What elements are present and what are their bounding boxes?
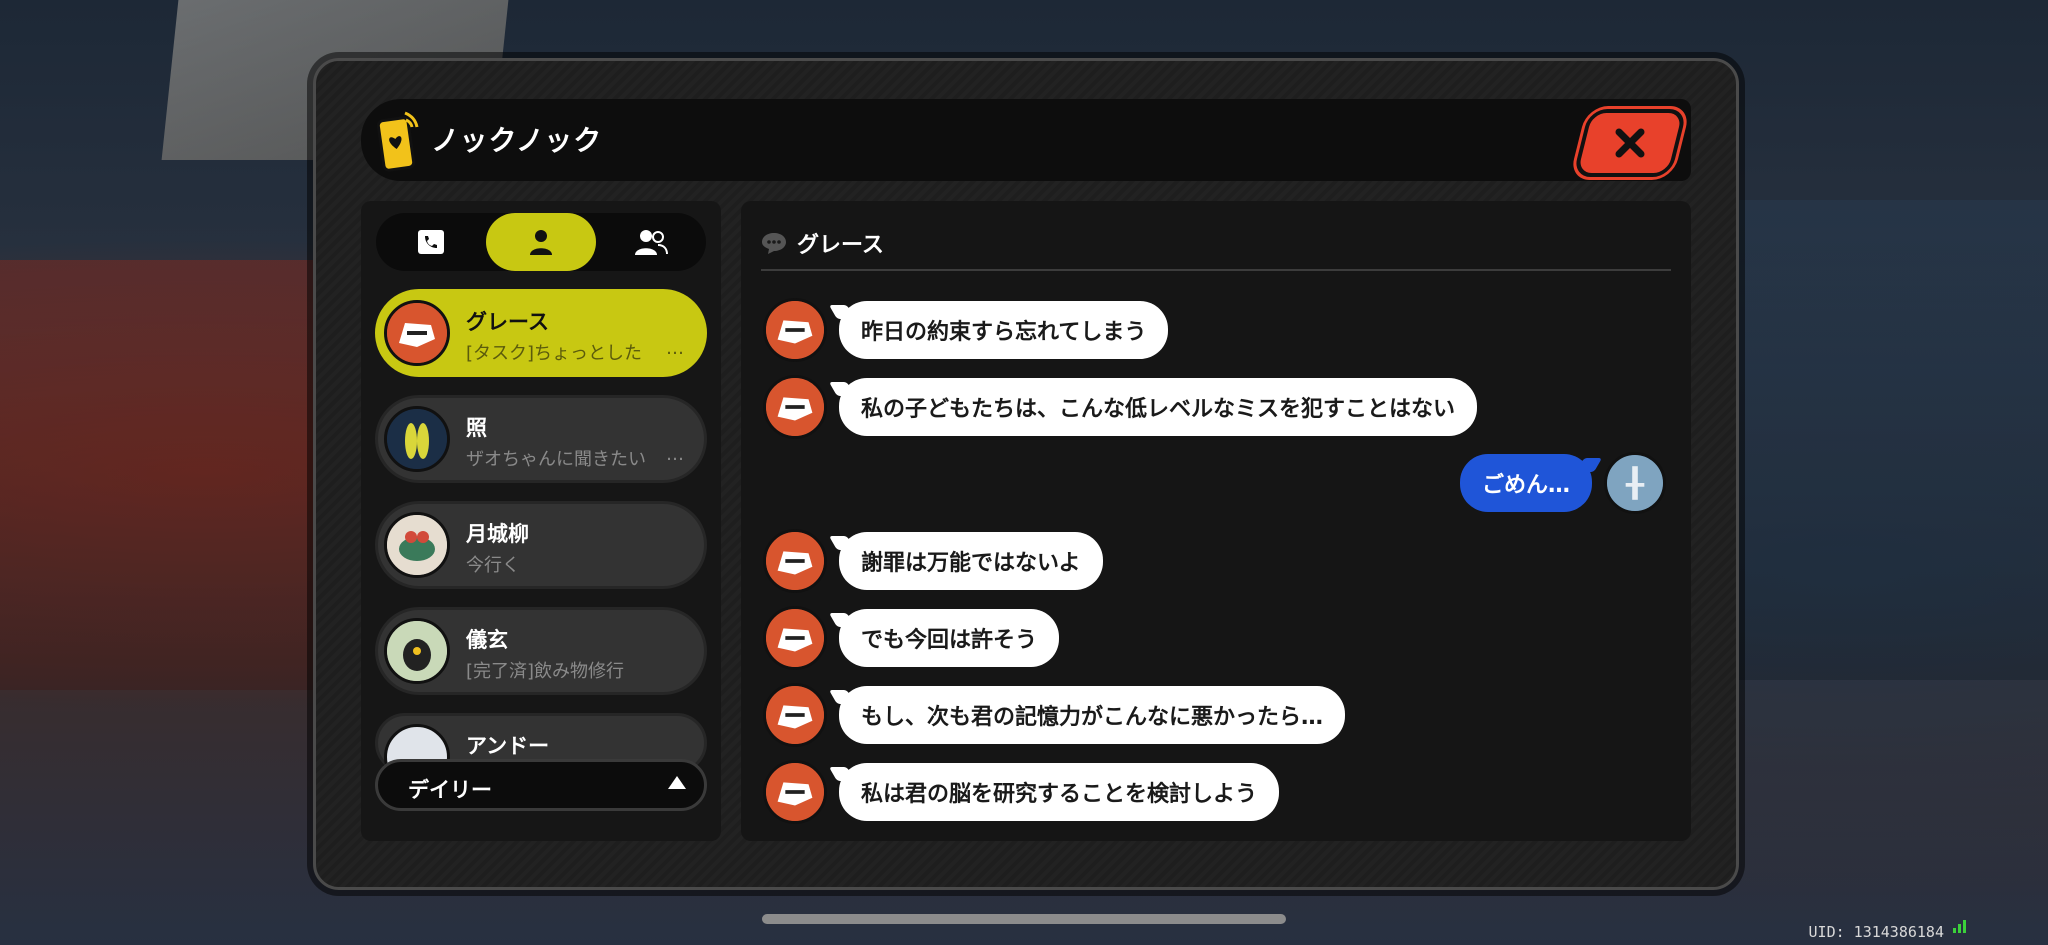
contact-name: 月城柳 — [466, 522, 529, 546]
contact-sidebar: グレース [タスク]ちょっとした … 照 ザオちゃんに聞きたい … 月城柳 今行… — [361, 201, 721, 841]
contact-item-tsukishiro-yanagi[interactable]: 月城柳 今行く — [375, 501, 707, 589]
grace-message-avatar — [763, 529, 827, 593]
gigen-avatar-icon — [387, 621, 447, 681]
grace-message-avatar — [763, 683, 827, 747]
contact-preview: 今行く — [466, 555, 520, 576]
message-row-self: ごめん… — [1459, 448, 1666, 518]
contact-preview: [タスク]ちょっとした — [466, 343, 643, 364]
contact-name: 照 — [466, 416, 487, 440]
grace-message-avatar — [763, 606, 827, 670]
person-icon — [530, 230, 552, 255]
close-icon — [1615, 128, 1645, 158]
contact-preview: [完了済]飲み物修行 — [466, 661, 625, 682]
avatar — [384, 300, 450, 366]
teru-avatar-icon — [387, 409, 447, 469]
contact-tabs — [376, 213, 706, 271]
message-bubble: 私の子どもたちは、こんな低レベルなミスを犯すことはない — [839, 378, 1478, 436]
tab-person[interactable] — [486, 213, 596, 271]
tab-group[interactable] — [596, 213, 706, 271]
close-button[interactable] — [1572, 109, 1688, 177]
self-message-bubble: ごめん… — [1459, 454, 1592, 512]
background-shopfront — [0, 260, 320, 690]
speech-bubble-icon — [762, 233, 786, 254]
app-title: ノックノック — [431, 124, 603, 157]
avatar — [384, 618, 450, 684]
avatar — [384, 406, 450, 472]
grace-message-avatar — [763, 298, 827, 362]
self-avatar — [1604, 452, 1666, 514]
message-bubble: 私は君の脳を研究することを検討しよう — [839, 763, 1280, 821]
message-bubble: 謝罪は万能ではないよ — [839, 532, 1103, 590]
contact-name: アンドー — [466, 734, 550, 758]
title-bar: ノックノック — [361, 99, 1691, 181]
grace-message-avatar — [763, 760, 827, 824]
contact-more: … — [666, 444, 684, 465]
message-row: 昨日の約束すら忘れてしまう — [763, 295, 1169, 365]
contact-preview: ザオちゃんに聞きたい — [466, 449, 646, 470]
contact-item-gigen[interactable]: 儀玄 [完了済]飲み物修行 — [375, 607, 707, 695]
tab-phone[interactable] — [376, 213, 486, 271]
message-row: 私は君の脳を研究することを検討しよう — [763, 757, 1280, 827]
background-street — [1728, 200, 2048, 680]
message-list[interactable]: 昨日の約束すら忘れてしまう 私の子どもたちは、こんな低レベルなミスを犯すことはな… — [741, 273, 1691, 841]
phone-heart-icon — [376, 111, 419, 172]
group-icon — [635, 230, 668, 255]
message-row: でも今回は許そう — [763, 603, 1060, 673]
contact-item-grace[interactable]: グレース [タスク]ちょっとした … — [375, 289, 707, 377]
chat-contact-name: グレース — [797, 233, 884, 258]
grace-message-avatar — [763, 375, 827, 439]
message-row: 私の子どもたちは、こんな低レベルなミスを犯すことはない — [763, 372, 1478, 442]
message-bubble: もし、次も君の記憶力がこんなに悪かったら… — [839, 686, 1346, 744]
chevron-up-icon — [668, 776, 686, 789]
yanagi-avatar-icon — [387, 515, 447, 575]
contact-more: … — [666, 338, 684, 359]
contact-item-teru[interactable]: 照 ザオちゃんに聞きたい … — [375, 395, 707, 483]
home-indicator[interactable] — [762, 914, 1286, 924]
daily-filter-dropdown[interactable]: デイリー — [375, 759, 707, 811]
contact-name: 儀玄 — [466, 628, 508, 652]
message-row: 謝罪は万能ではないよ — [763, 526, 1103, 596]
message-bubble: 昨日の約束すら忘れてしまう — [839, 301, 1169, 359]
message-bubble: でも今回は許そう — [839, 609, 1060, 667]
phone-book-icon — [418, 230, 444, 254]
daily-filter-label: デイリー — [408, 778, 492, 802]
header-divider — [761, 269, 1671, 271]
contact-name: グレース — [466, 310, 549, 334]
chat-panel: グレース 昨日の約束すら忘れてしまう 私の子どもたちは、こんな低レベルなミスを犯… — [741, 201, 1691, 841]
uid-label: UID: 1314386184 — [1808, 923, 1944, 941]
signal-strength-icon — [1953, 920, 1966, 933]
chat-header: グレース — [761, 227, 884, 259]
grace-avatar-icon — [387, 303, 447, 363]
avatar — [384, 512, 450, 578]
message-row: もし、次も君の記憶力がこんなに悪かったら… — [763, 680, 1346, 750]
knock-knock-panel: ノックノック グレース [タスク]ちょっとした … 照 ザオちゃんに聞きたい …… — [313, 58, 1739, 890]
